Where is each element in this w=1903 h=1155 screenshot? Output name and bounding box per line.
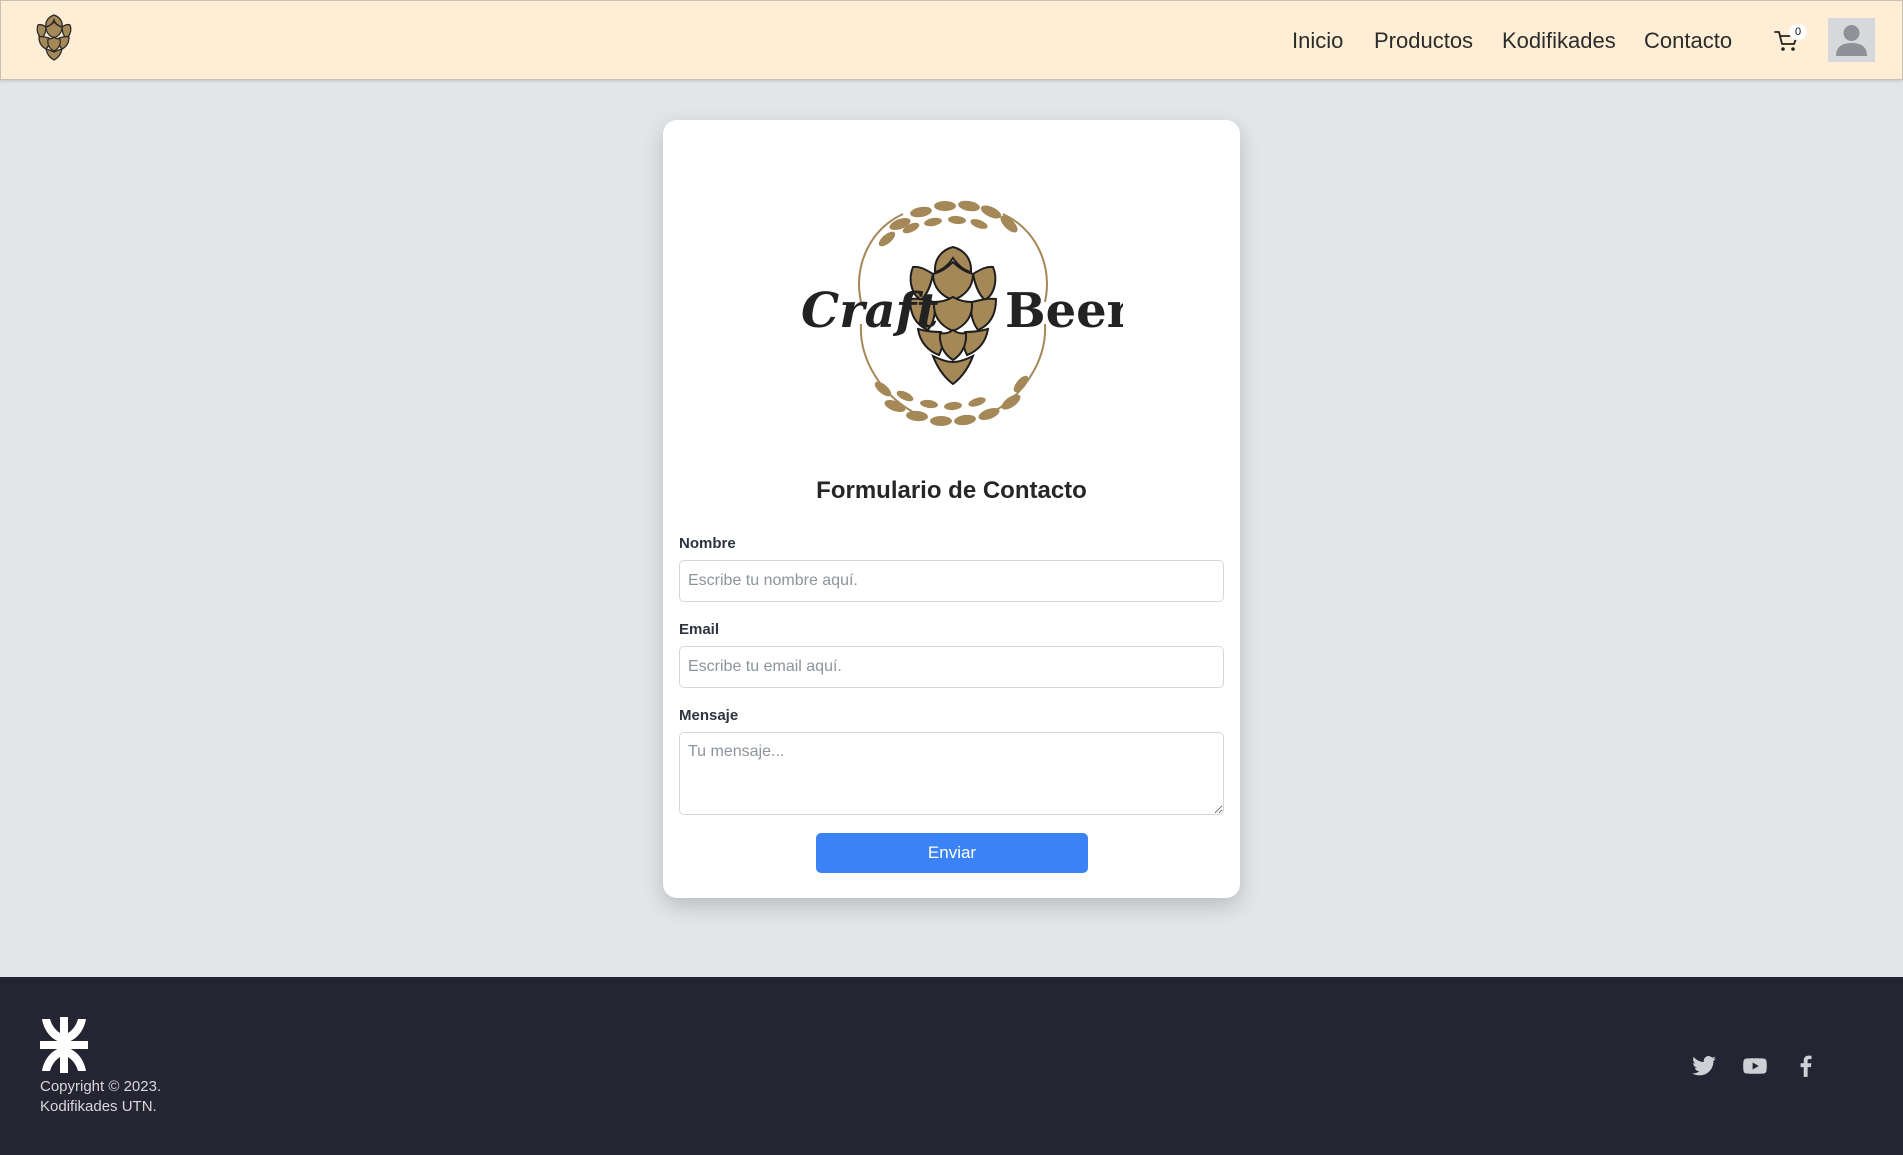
copyright-text: Copyright © 2023. Kodifikades UTN. (40, 1077, 161, 1117)
top-navbar: Inicio Productos Kodifikades Contacto 0 (0, 0, 1903, 80)
hop-cone-icon[interactable] (30, 12, 78, 62)
youtube-icon[interactable] (1741, 1053, 1769, 1079)
copyright-line-1: Copyright © 2023. (40, 1078, 162, 1095)
copyright-line-2: Kodifikades UTN. (40, 1098, 157, 1115)
nav-inicio[interactable]: Inicio (1292, 28, 1343, 54)
cart-count-badge: 0 (1789, 24, 1807, 40)
submit-button[interactable]: Enviar (816, 833, 1088, 873)
craft-beer-logo: Craft Beer (801, 200, 1123, 426)
logo-word-craft: Craft (801, 283, 938, 339)
name-field[interactable] (679, 560, 1224, 602)
user-avatar-icon[interactable] (1828, 18, 1875, 62)
facebook-icon[interactable] (1792, 1053, 1820, 1079)
email-label: Email (679, 621, 720, 638)
name-label: Nombre (679, 535, 736, 552)
message-field[interactable] (679, 732, 1224, 815)
logo-word-beer: Beer (1005, 283, 1123, 339)
utn-logo-icon (40, 1017, 88, 1073)
form-title: Formulario de Contacto (816, 477, 1087, 504)
nav-productos[interactable]: Productos (1374, 28, 1473, 54)
nav-kodifikades[interactable]: Kodifikades (1502, 28, 1616, 54)
email-field[interactable] (679, 646, 1224, 688)
contact-card: Craft Beer Formulario de Contacto Nombre… (663, 120, 1240, 898)
footer: Copyright © 2023. Kodifikades UTN. (0, 977, 1903, 1155)
nav-contacto[interactable]: Contacto (1644, 28, 1732, 54)
message-label: Mensaje (679, 707, 739, 724)
twitter-icon[interactable] (1690, 1053, 1718, 1079)
